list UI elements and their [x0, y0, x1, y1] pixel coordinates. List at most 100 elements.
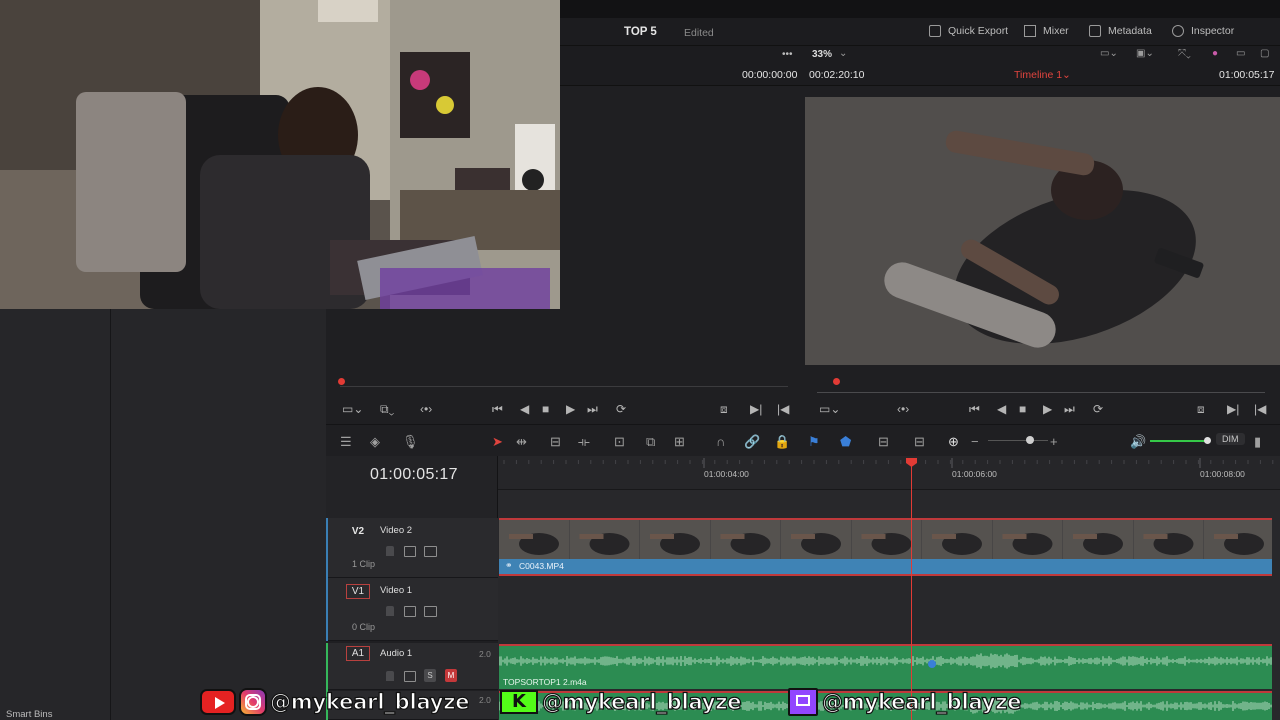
- smart-bins-label[interactable]: Smart Bins: [6, 709, 52, 720]
- zoom-detail-icon[interactable]: ⊟: [914, 434, 925, 450]
- single-viewer-icon[interactable]: ▭: [1236, 48, 1245, 59]
- twitch-icon: [788, 688, 818, 716]
- match-frame-icon[interactable]: ⧈: [720, 402, 728, 417]
- zoom-custom-icon[interactable]: ⊕: [948, 434, 959, 450]
- timeline-playhead[interactable]: [911, 460, 912, 720]
- mute-button[interactable]: M: [445, 669, 457, 682]
- track-id-a1[interactable]: A1: [346, 646, 370, 661]
- dim-button[interactable]: DIM: [1216, 433, 1245, 445]
- chevron-down-icon: ⌄: [839, 48, 848, 59]
- track-enable-icon[interactable]: [424, 546, 437, 557]
- track-id-v1[interactable]: V1: [346, 584, 370, 599]
- auto-select-icon[interactable]: [404, 671, 416, 682]
- keyframe-icon[interactable]: ◈: [370, 434, 380, 450]
- clip-view-icon[interactable]: ▭⌄: [342, 402, 363, 416]
- auto-select-icon[interactable]: [404, 606, 416, 617]
- stop-icon[interactable]: ■: [542, 402, 549, 416]
- audio-waveform: [499, 653, 1272, 669]
- zoom-slider-handle[interactable]: [1026, 436, 1034, 444]
- lock-icon[interactable]: [386, 606, 394, 616]
- color-icon[interactable]: ●: [1212, 48, 1218, 59]
- zoom-full-icon[interactable]: ⊟: [878, 434, 889, 450]
- skip-forward-icon[interactable]: ⏭: [1064, 402, 1075, 417]
- track-header-v2[interactable]: V2 Video 2 1 Clip: [326, 518, 498, 578]
- jog-icon[interactable]: ‹•›: [897, 402, 909, 416]
- link-icon[interactable]: 🔗: [744, 434, 760, 450]
- reverse-play-icon[interactable]: ◀: [520, 402, 529, 416]
- loop-icon[interactable]: ⟳: [1093, 402, 1103, 416]
- track-header-a1[interactable]: A1 Audio 1 2.0 S M: [326, 643, 498, 690]
- display-mode-icon[interactable]: ▣⌄: [1136, 48, 1154, 59]
- snapping-icon[interactable]: ∩: [716, 434, 725, 449]
- replace-clip-icon[interactable]: ⊞: [674, 434, 685, 450]
- mixer-icon: [1024, 25, 1036, 37]
- loop-icon[interactable]: ⟳: [616, 402, 626, 416]
- video-frame-image: [805, 97, 1280, 365]
- next-edit-icon[interactable]: ▶|: [1227, 402, 1239, 416]
- quick-export-button[interactable]: Quick Export: [929, 25, 1008, 37]
- overlay-icon[interactable]: ⧉⌄: [380, 402, 394, 417]
- program-playhead[interactable]: [833, 378, 840, 385]
- source-viewer[interactable]: [560, 86, 803, 376]
- audio-meter-icon[interactable]: ▮: [1254, 434, 1261, 450]
- lock-icon[interactable]: [386, 671, 394, 681]
- lock-icon[interactable]: [386, 546, 394, 556]
- prev-edit-icon[interactable]: |◀: [777, 402, 789, 416]
- next-edit-icon[interactable]: ▶|: [750, 402, 762, 416]
- solo-button[interactable]: S: [424, 669, 436, 682]
- zoom-out-icon[interactable]: −: [971, 434, 979, 449]
- zoom-slider[interactable]: [988, 440, 1048, 441]
- flag-icon[interactable]: ⚑: [808, 434, 820, 450]
- inspector-button[interactable]: Inspector: [1172, 25, 1234, 37]
- quick-export-label: Quick Export: [948, 25, 1009, 37]
- position-lock-icon[interactable]: 🔒: [774, 434, 790, 450]
- play-icon[interactable]: ▶: [566, 402, 575, 416]
- source-scrubber[interactable]: [326, 376, 803, 398]
- skip-back-icon[interactable]: ⏮: [969, 402, 980, 417]
- skip-back-icon[interactable]: ⏮: [492, 402, 503, 417]
- trim-tool-icon[interactable]: ⇹: [516, 434, 527, 450]
- program-timecode: 01:00:05:17: [1219, 69, 1275, 81]
- clip-view-icon[interactable]: ▭⌄: [819, 402, 840, 416]
- zoom-in-icon[interactable]: +: [1050, 434, 1058, 449]
- viewer-layout-icon[interactable]: ▭⌄: [1100, 48, 1118, 59]
- video-clip-c0043[interactable]: ⚭ C0043.MP4: [499, 518, 1272, 576]
- track-id-v2[interactable]: V2: [346, 524, 370, 539]
- reverse-play-icon[interactable]: ◀: [997, 402, 1006, 416]
- track-header-v1[interactable]: V1 Video 1 0 Clip: [326, 578, 498, 641]
- track-enable-icon[interactable]: [424, 606, 437, 617]
- overwrite-clip-icon[interactable]: ⧉: [646, 434, 655, 450]
- volume-slider[interactable]: [1150, 440, 1206, 442]
- transform-icon[interactable]: ⤧⌄: [1178, 48, 1191, 59]
- blade-tool-icon[interactable]: ⟛: [578, 434, 590, 450]
- skip-forward-icon[interactable]: ⏭: [587, 402, 598, 417]
- jog-icon[interactable]: ‹•›: [420, 402, 432, 416]
- zoom-dropdown[interactable]: 33%: [812, 49, 832, 60]
- channel-format: 2.0: [479, 695, 491, 705]
- auto-select-icon[interactable]: [404, 546, 416, 557]
- track-clip-count: 1 Clip: [352, 559, 376, 569]
- selection-tool-icon[interactable]: ➤: [492, 434, 503, 450]
- source-playhead[interactable]: [338, 378, 345, 385]
- volume-slider-handle[interactable]: [1204, 437, 1211, 444]
- mixer-button[interactable]: Mixer: [1024, 25, 1069, 37]
- audio-keyframe-marker[interactable]: [928, 660, 936, 668]
- volume-icon[interactable]: 🔊: [1130, 434, 1146, 450]
- marker-icon[interactable]: ⬟: [840, 434, 851, 450]
- timeline-ruler[interactable]: 01:00:04:00 01:00:06:00 01:00:08:00: [498, 456, 1280, 490]
- stop-icon[interactable]: ■: [1019, 402, 1026, 416]
- audio-clip-a1[interactable]: TOPSORTOP1 2.m4a: [499, 644, 1272, 689]
- insert-clip-icon[interactable]: ⊡: [614, 434, 625, 450]
- fullscreen-icon[interactable]: ▢: [1260, 48, 1269, 59]
- prev-edit-icon[interactable]: |◀: [1254, 402, 1266, 416]
- program-scrubber[interactable]: [803, 376, 1280, 398]
- dynamic-trim-icon[interactable]: ⊟: [550, 434, 561, 450]
- more-options-icon[interactable]: •••: [782, 49, 793, 60]
- metadata-button[interactable]: Metadata: [1089, 25, 1152, 37]
- timeline-timecode[interactable]: 01:00:05:17: [370, 466, 458, 484]
- play-icon[interactable]: ▶: [1043, 402, 1052, 416]
- timeline-selector[interactable]: Timeline 1: [1014, 69, 1062, 81]
- microphone-icon[interactable]: 🎙: [402, 434, 419, 450]
- match-frame-icon[interactable]: ⧈: [1197, 402, 1205, 417]
- timeline-options-icon[interactable]: ☰: [340, 434, 352, 450]
